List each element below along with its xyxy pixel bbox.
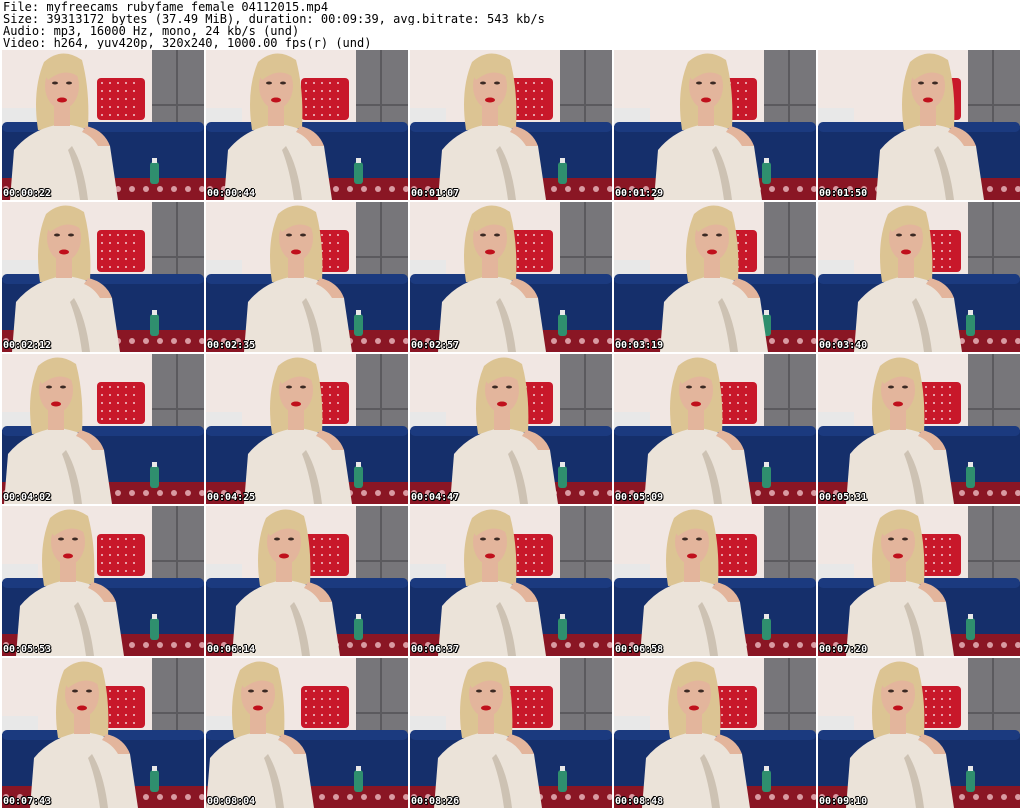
- thumbnail-frame: [614, 658, 816, 808]
- thumbnail-frame: [614, 202, 816, 352]
- thumbnail-timestamp: 00:03:19: [615, 340, 664, 351]
- thumbnail-timestamp: 00:03:40: [819, 340, 868, 351]
- video-thumbnail: 00:02:12: [2, 202, 204, 352]
- thumbnail-timestamp: 00:07:20: [819, 644, 868, 655]
- thumbnail-timestamp: 00:04:02: [3, 492, 52, 503]
- thumbnail-timestamp: 00:02:57: [411, 340, 460, 351]
- video-thumbnail: 00:00:22: [2, 50, 204, 200]
- thumbnail-timestamp: 00:01:50: [819, 188, 868, 199]
- thumbnail-timestamp: 00:01:07: [411, 188, 460, 199]
- thumbnail-frame: [410, 202, 612, 352]
- thumbnail-grid: 00:00:22 00:00:44 00:01:07 00:01:29 00:01:50…: [2, 50, 1022, 810]
- thumbnail-frame: [818, 506, 1020, 656]
- video-thumbnail: 00:05:53: [2, 506, 204, 656]
- video-thumbnail: 00:05:09: [614, 354, 816, 504]
- info-header: File: myfreecams_rubyfame_female_0411201…: [3, 1, 1021, 49]
- video-thumbnail: 00:01:50: [818, 50, 1020, 200]
- thumbnail-frame: [2, 506, 204, 656]
- thumbnail-frame: [2, 354, 204, 504]
- thumbnail-timestamp: 00:00:22: [3, 188, 52, 199]
- thumbnail-timestamp: 00:04:47: [411, 492, 460, 503]
- thumbnail-frame: [410, 658, 612, 808]
- thumbnail-timestamp: 00:08:48: [615, 796, 664, 807]
- video-thumbnail: 00:00:44: [206, 50, 408, 200]
- video-thumbnail: 00:06:58: [614, 506, 816, 656]
- video-thumbnail: 00:01:29: [614, 50, 816, 200]
- thumbnail-frame: [818, 202, 1020, 352]
- thumbnail-timestamp: 00:06:14: [207, 644, 256, 655]
- video-thumbnail: 00:07:20: [818, 506, 1020, 656]
- thumbnail-frame: [410, 50, 612, 200]
- thumbnail-timestamp: 00:05:53: [3, 644, 52, 655]
- thumbnail-timestamp: 00:00:44: [207, 188, 256, 199]
- video-thumbnail: 00:04:25: [206, 354, 408, 504]
- thumbnail-timestamp: 00:04:25: [207, 492, 256, 503]
- thumbnail-timestamp: 00:09:10: [819, 796, 868, 807]
- thumbnail-frame: [410, 354, 612, 504]
- thumbnail-frame: [818, 354, 1020, 504]
- thumbnail-timestamp: 00:07:43: [3, 796, 52, 807]
- thumbnail-timestamp: 00:08:26: [411, 796, 460, 807]
- thumbnail-frame: [410, 506, 612, 656]
- video-thumbnail: 00:08:48: [614, 658, 816, 808]
- thumbnail-frame: [614, 506, 816, 656]
- video-thumbnail: 00:04:47: [410, 354, 612, 504]
- thumbnail-frame: [614, 354, 816, 504]
- thumbnail-timestamp: 00:06:58: [615, 644, 664, 655]
- audio-info-line: Audio: mp3, 16000 Hz, mono, 24 kb/s (und…: [3, 25, 300, 37]
- thumbnail-frame: [206, 50, 408, 200]
- video-thumbnail: 00:02:35: [206, 202, 408, 352]
- thumbnail-frame: [206, 506, 408, 656]
- thumbnail-timestamp: 00:08:04: [207, 796, 256, 807]
- thumbnail-timestamp: 00:06:37: [411, 644, 460, 655]
- video-thumbnail: 00:05:31: [818, 354, 1020, 504]
- thumbnail-frame: [206, 354, 408, 504]
- video-thumbnail: 00:06:14: [206, 506, 408, 656]
- thumbnail-frame: [2, 658, 204, 808]
- video-thumbnail: 00:07:43: [2, 658, 204, 808]
- thumbnail-timestamp: 00:05:31: [819, 492, 868, 503]
- thumbnail-frame: [206, 658, 408, 808]
- video-info-line: Video: h264, yuv420p, 320x240, 1000.00 f…: [3, 37, 372, 49]
- video-thumbnail: 00:03:40: [818, 202, 1020, 352]
- thumbnail-frame: [2, 202, 204, 352]
- thumbnail-frame: [818, 50, 1020, 200]
- video-thumbnail: 00:06:37: [410, 506, 612, 656]
- video-thumbnail: 00:02:57: [410, 202, 612, 352]
- video-thumbnail: 00:01:07: [410, 50, 612, 200]
- thumbnail-frame: [206, 202, 408, 352]
- thumbnail-timestamp: 00:05:09: [615, 492, 664, 503]
- video-thumbnail: 00:09:10: [818, 658, 1020, 808]
- file-size-line: Size: 39313172 bytes (37.49 MiB), durati…: [3, 13, 545, 25]
- file-name-line: File: myfreecams_rubyfame_female_0411201…: [3, 1, 329, 13]
- thumbnail-frame: [2, 50, 204, 200]
- thumbnail-timestamp: 00:02:12: [3, 340, 52, 351]
- thumbnail-timestamp: 00:02:35: [207, 340, 256, 351]
- video-thumbnail: 00:08:26: [410, 658, 612, 808]
- thumbnail-timestamp: 00:01:29: [615, 188, 664, 199]
- video-thumbnail: 00:03:19: [614, 202, 816, 352]
- video-thumbnail: 00:04:02: [2, 354, 204, 504]
- thumbnail-frame: [614, 50, 816, 200]
- thumbnail-frame: [818, 658, 1020, 808]
- video-thumbnail: 00:08:04: [206, 658, 408, 808]
